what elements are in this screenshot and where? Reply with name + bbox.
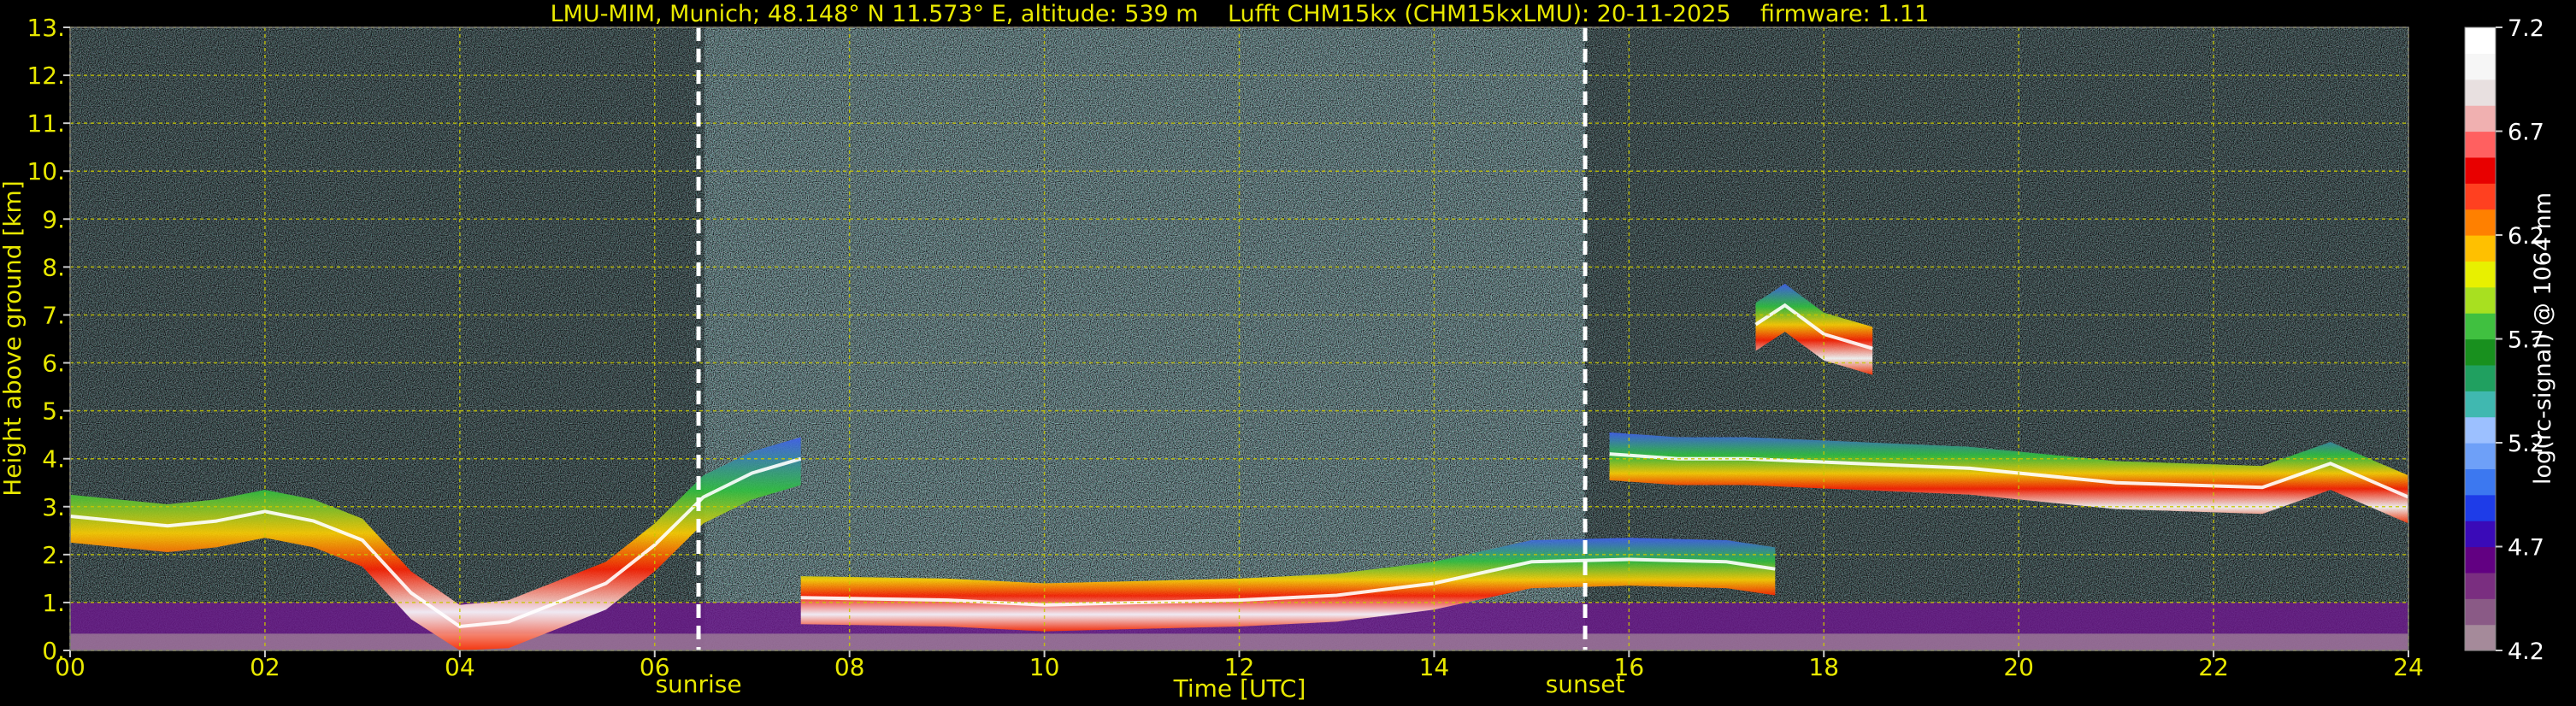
colorbar-swatch: [2465, 105, 2496, 132]
y-tick-label: 5.: [42, 397, 65, 426]
x-axis-label: Time [UTC]: [1173, 674, 1306, 703]
colorbar-swatch: [2465, 131, 2496, 158]
y-tick-label: 3.: [42, 493, 65, 521]
colorbar-swatch: [2465, 521, 2496, 548]
colorbar-swatch: [2465, 27, 2496, 54]
colorbar-swatch: [2465, 261, 2496, 288]
x-tick-label: 18: [1808, 653, 1839, 681]
y-tick-label: 13.: [27, 14, 65, 42]
colorbar-tick-label: 4.7: [2508, 535, 2544, 562]
colorbar-swatch: [2465, 338, 2496, 366]
x-tick-label: 06: [640, 653, 670, 681]
colorbar-swatch: [2465, 53, 2496, 80]
colorbar-swatch: [2465, 156, 2496, 184]
x-tick-label: 14: [1419, 653, 1450, 681]
colorbar-tick-label: 4.2: [2508, 638, 2544, 665]
x-tick-label: 10: [1029, 653, 1060, 681]
x-tick-label: 24: [2393, 653, 2424, 681]
y-tick-label: 12.: [27, 62, 65, 90]
colorbar-swatch: [2465, 391, 2496, 418]
colorbar-swatch: [2465, 209, 2496, 236]
x-tick-label: 04: [445, 653, 475, 681]
colorbar-label: log(rc-signal) @ 1064 nm: [2530, 192, 2556, 485]
colorbar-swatch: [2465, 286, 2496, 314]
daylight-noise-texture: [704, 27, 1585, 650]
y-tick-label: 10.: [27, 157, 65, 185]
x-tick-label: 20: [2003, 653, 2034, 681]
colorbar-swatch: [2465, 443, 2496, 469]
ceilometer-chart: sunrise sunset 00 02 04 06 08 10 12 14 16 18 20 22 24…: [0, 1, 2556, 703]
y-tick-label: 11.: [27, 109, 65, 138]
x-tick-label: 16: [1614, 653, 1645, 681]
y-tick-label: 2.: [42, 541, 65, 569]
colorbar: [2464, 26, 2496, 651]
y-tick-label: 8.: [42, 253, 65, 281]
x-tick-label: 22: [2198, 653, 2229, 681]
colorbar-swatch: [2465, 468, 2496, 496]
colorbar-swatch: [2465, 494, 2496, 521]
colorbar-swatch: [2465, 313, 2496, 340]
colorbar-tick-label: 6.7: [2508, 120, 2544, 146]
x-tick-label: 02: [250, 653, 280, 681]
colorbar-swatch: [2465, 546, 2496, 574]
x-tick-label: 08: [834, 653, 865, 681]
colorbar-swatch: [2465, 235, 2496, 262]
y-tick-label: 4.: [42, 445, 65, 474]
y-tick-label: 9.: [42, 205, 65, 233]
y-tick-label: 7.: [42, 301, 65, 329]
y-tick-label: 0.: [42, 637, 65, 665]
y-axis-ticks: 0. 1. 2. 3. 4. 5. 6. 7. 8. 9. 10. 11. 12. 13.: [27, 14, 70, 665]
colorbar-swatch: [2465, 79, 2496, 106]
colorbar-swatch: [2465, 598, 2496, 626]
colorbar-tick-label: 7.2: [2508, 15, 2544, 42]
colorbar-swatch: [2465, 624, 2496, 651]
chart-title: LMU-MIM, Munich; 48.148° N 11.573° E, al…: [551, 1, 1930, 27]
y-tick-label: 6.: [42, 350, 65, 378]
colorbar-swatch: [2465, 183, 2496, 210]
y-tick-label: 1.: [42, 589, 65, 617]
colorbar-swatch: [2465, 364, 2496, 391]
colorbar-swatch: [2465, 416, 2496, 444]
y-axis-label: Height above ground [km]: [0, 180, 27, 497]
colorbar-swatch: [2465, 572, 2496, 599]
